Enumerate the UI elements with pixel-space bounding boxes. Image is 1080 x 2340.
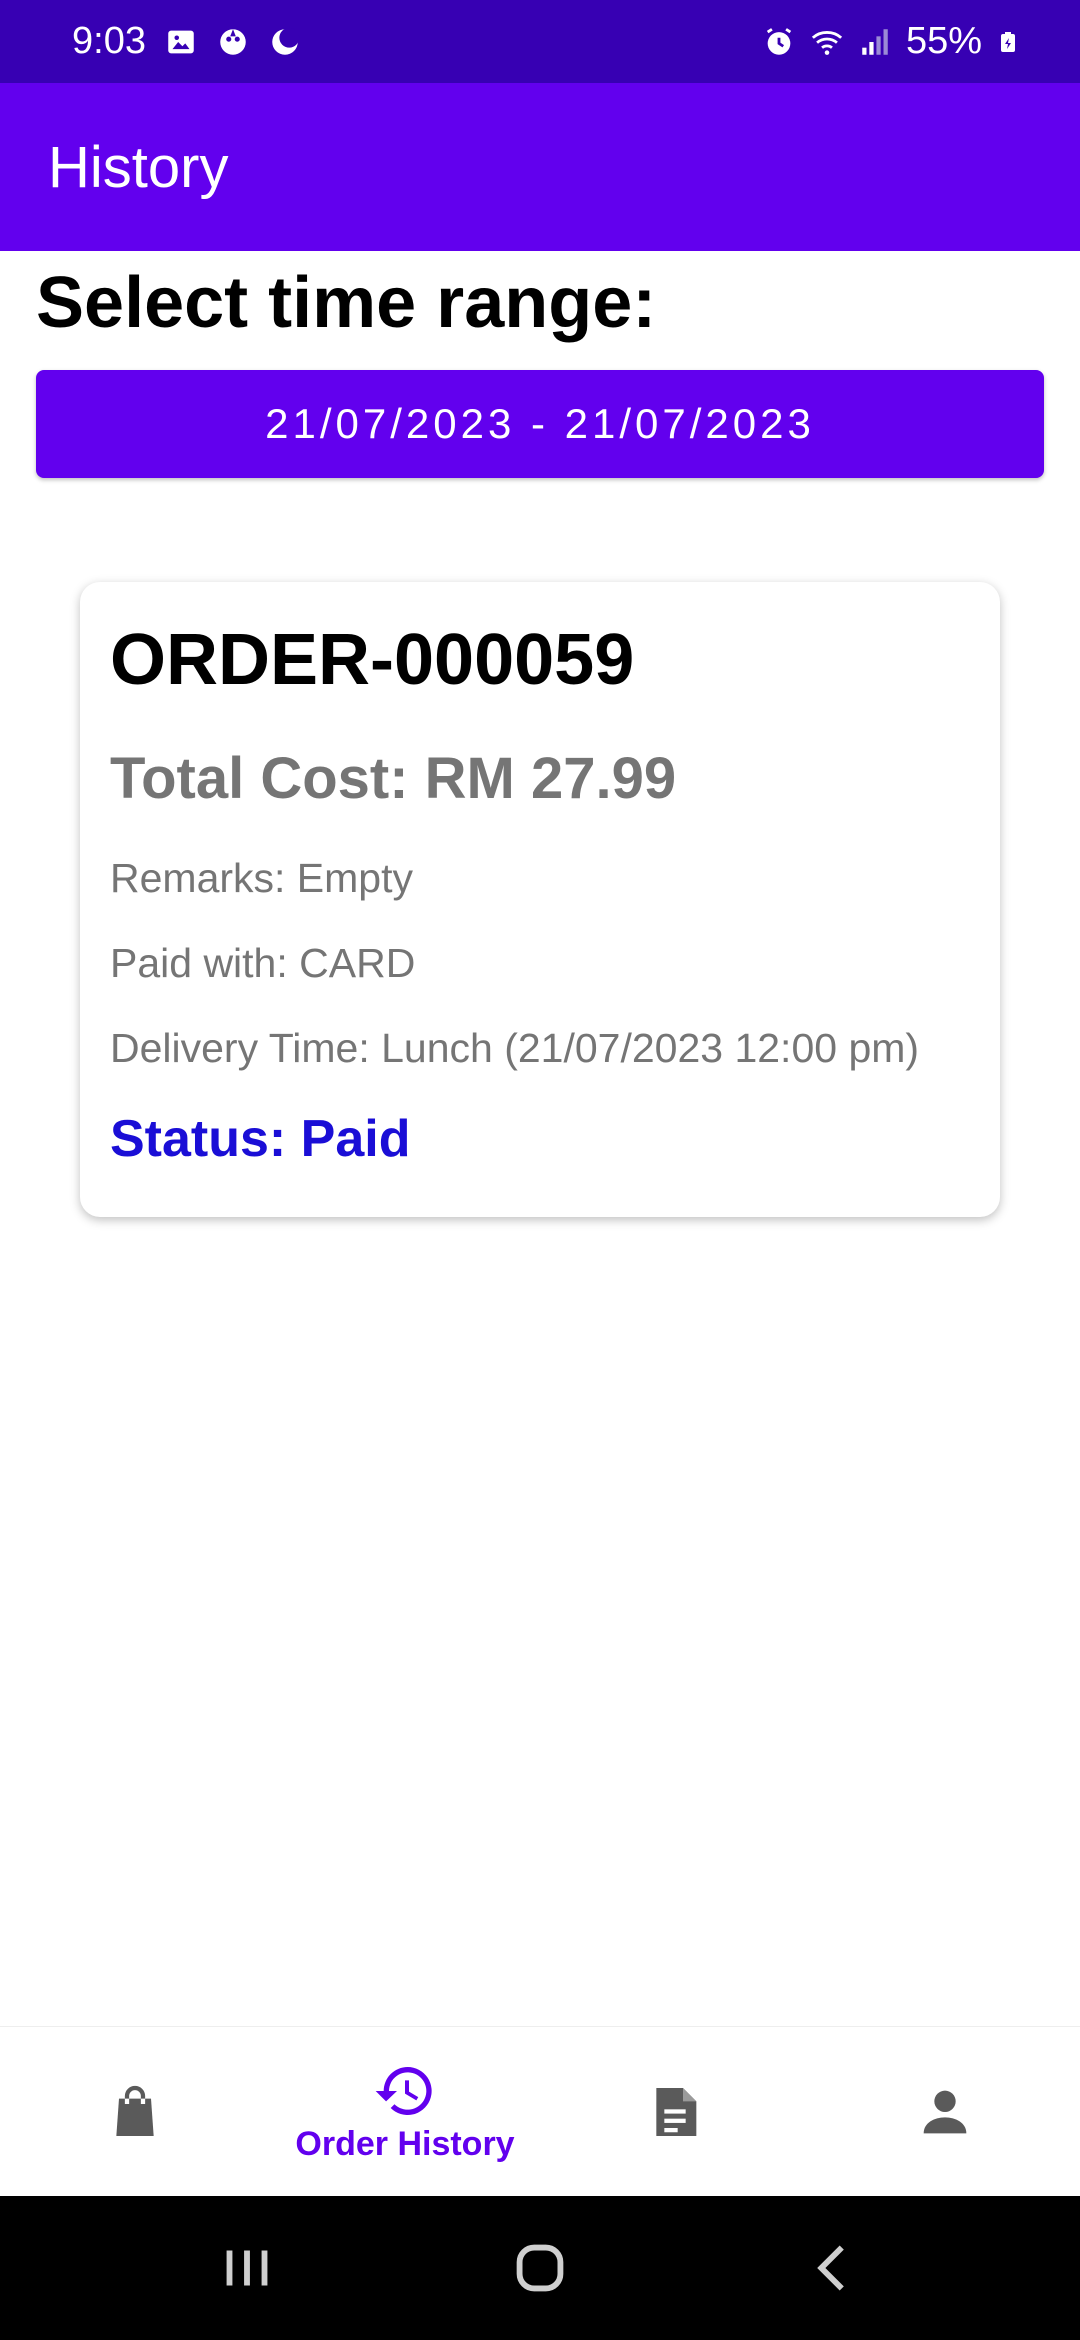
page-title: History: [48, 134, 229, 200]
status-bar: 9:03 55%: [0, 0, 1080, 83]
order-total-cost: Total Cost: RM 27.99: [110, 746, 677, 811]
moon-icon: [272, 27, 300, 55]
recent-apps-icon: [226, 2250, 268, 2286]
image-icon: [168, 30, 194, 53]
battery-percentage: 55%: [905, 20, 982, 62]
app-bar: History: [0, 83, 1080, 251]
nav-item-order-history[interactable]: Order History: [270, 2027, 540, 2196]
order-status: Status: Paid: [110, 1110, 411, 1168]
recent-apps-button[interactable]: [212, 2233, 282, 2303]
alarm-icon: [766, 27, 792, 55]
nav-item-shop[interactable]: [0, 2027, 270, 2196]
back-button[interactable]: [798, 2233, 868, 2303]
history-icon: [375, 2067, 432, 2115]
nav-label-order-history: Order History: [295, 2125, 515, 2163]
nav-item-documents[interactable]: [540, 2027, 810, 2196]
system-navigation-bar: [0, 2196, 1080, 2340]
back-icon: [817, 2245, 845, 2291]
person-icon: [923, 2090, 967, 2133]
wifi-icon: [811, 30, 843, 55]
battery-icon: [1001, 31, 1015, 52]
signal-icon: [862, 28, 888, 55]
shopping-bag-icon: [116, 2085, 154, 2136]
order-delivery-time: Delivery Time: Lunch (21/07/2023 12:00 p…: [110, 1025, 920, 1071]
order-id: ORDER-000059: [110, 620, 635, 700]
bottom-navigation: Order History: [0, 2026, 1080, 2196]
date-range-button[interactable]: 21/07/2023 - 21/07/2023: [36, 370, 1044, 478]
order-card[interactable]: ORDER-000059 Total Cost: RM 27.99 Remark…: [80, 582, 1000, 1217]
time-range-heading: Select time range:: [36, 263, 657, 343]
status-time: 9:03: [72, 20, 146, 62]
order-remarks: Remarks: Empty: [110, 855, 413, 901]
nav-item-profile[interactable]: [810, 2027, 1080, 2196]
home-icon: [516, 2244, 564, 2292]
order-payment-method: Paid with: CARD: [110, 940, 416, 986]
game-icon: [220, 28, 246, 55]
document-icon: [656, 2087, 697, 2136]
home-button[interactable]: [505, 2233, 575, 2303]
